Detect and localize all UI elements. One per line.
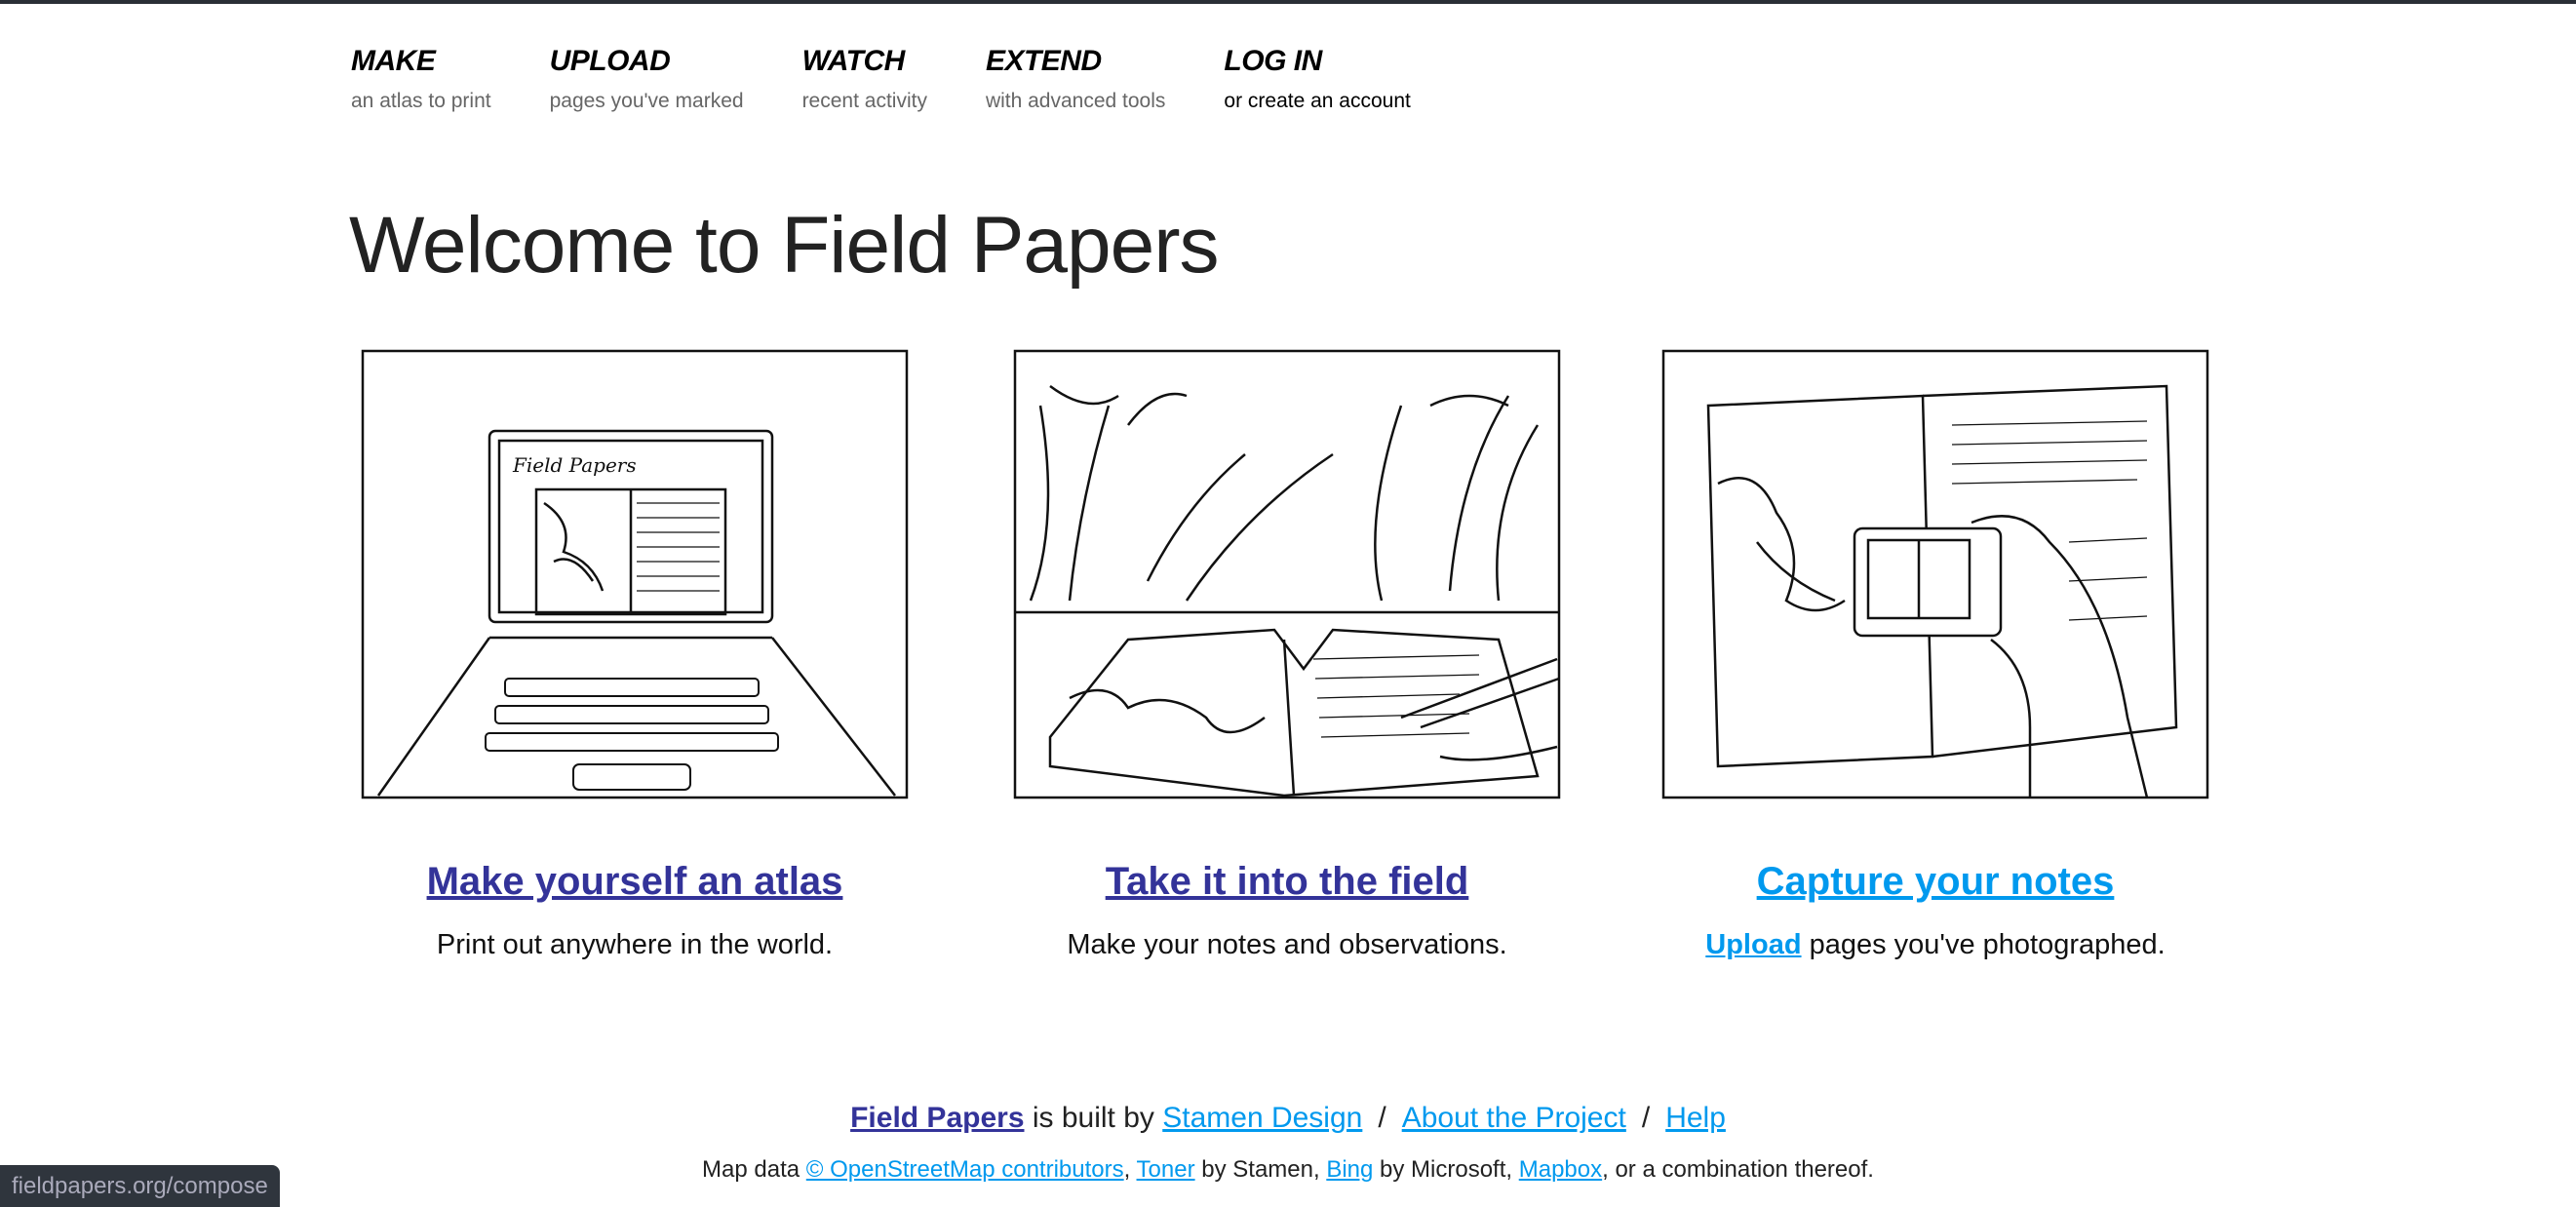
field-text: Make your notes and observations. xyxy=(1067,929,1507,960)
page-title: Welcome to Field Papers xyxy=(349,201,1220,290)
nav-make[interactable]: MAKE an atlas to print xyxy=(351,45,491,113)
footer-map-attribution: Map data © OpenStreetMap contributors, T… xyxy=(0,1156,2576,1184)
stamen-design-link[interactable]: Stamen Design xyxy=(1162,1102,1362,1134)
about-project-link[interactable]: About the Project xyxy=(1402,1102,1626,1134)
nav-subtitle: recent activity xyxy=(801,90,927,112)
make-atlas-text: Print out anywhere in the world. xyxy=(436,929,834,960)
link-status-tooltip: fieldpapers.org/compose xyxy=(0,1165,280,1207)
osm-link[interactable]: © OpenStreetMap contributors xyxy=(806,1156,1124,1183)
upload-link[interactable]: Upload xyxy=(1705,929,1801,960)
field-papers-link[interactable]: Field Papers xyxy=(850,1102,1024,1134)
nav-subtitle: pages you've marked xyxy=(549,90,744,112)
nav-extend[interactable]: EXTEND with advanced tools xyxy=(986,45,1165,113)
toner-link[interactable]: Toner xyxy=(1137,1156,1195,1183)
laptop-sketch-image: Field Papers xyxy=(361,349,909,799)
browser-top-edge xyxy=(0,0,2576,4)
bing-link[interactable]: Bing xyxy=(1326,1156,1373,1183)
feature-capture: Capture your notes Upload pages you've p… xyxy=(1658,347,2213,961)
main-nav: MAKE an atlas to print UPLOAD pages you've… xyxy=(351,45,1469,113)
feature-make: Field Papers Make yourself an atlas Prin… xyxy=(357,347,913,961)
separator: / xyxy=(1641,1102,1651,1134)
nav-watch[interactable]: WATCH recent activity xyxy=(802,45,927,113)
footer-credits: Field Papers is built by Stamen Design / A… xyxy=(0,1102,2576,1135)
combination-text: , or a combination thereof. xyxy=(1602,1156,1874,1183)
built-by-text: is built by xyxy=(1024,1102,1163,1134)
nav-subtitle: or create an account xyxy=(1224,90,1411,112)
field-sketch-image xyxy=(1013,349,1561,799)
nav-title: WATCH xyxy=(801,45,906,77)
make-atlas-link[interactable]: Make yourself an atlas xyxy=(357,860,913,904)
field-link[interactable]: Take it into the field xyxy=(1009,860,1565,904)
by-stamen-text: by Stamen, xyxy=(1194,1156,1327,1183)
nav-subtitle: an atlas to print xyxy=(351,90,491,112)
comma: , xyxy=(1123,1156,1137,1183)
nav-title: MAKE xyxy=(351,45,436,77)
nav-login[interactable]: LOG IN or create an account xyxy=(1224,45,1410,113)
nav-subtitle: with advanced tools xyxy=(985,90,1166,112)
capture-notes-rest: pages you've photographed. xyxy=(1801,929,2166,960)
map-data-text: Map data xyxy=(702,1156,806,1183)
nav-title: LOG IN xyxy=(1224,45,1322,77)
nav-title: EXTEND xyxy=(985,45,1102,77)
mapbox-link[interactable]: Mapbox xyxy=(1519,1156,1602,1183)
capture-notes-text: Upload pages you've photographed. xyxy=(1658,929,2213,961)
help-link[interactable]: Help xyxy=(1665,1102,1726,1134)
nav-upload[interactable]: UPLOAD pages you've marked xyxy=(550,45,744,113)
svg-text:Field Papers: Field Papers xyxy=(512,453,637,477)
separator: / xyxy=(1378,1102,1386,1134)
capture-sketch-image xyxy=(1661,349,2209,799)
feature-field: Take it into the field Make your notes a… xyxy=(1009,347,1565,961)
by-microsoft-text: by Microsoft, xyxy=(1373,1156,1519,1183)
capture-notes-link[interactable]: Capture your notes xyxy=(1658,860,2213,904)
nav-title: UPLOAD xyxy=(549,45,671,77)
